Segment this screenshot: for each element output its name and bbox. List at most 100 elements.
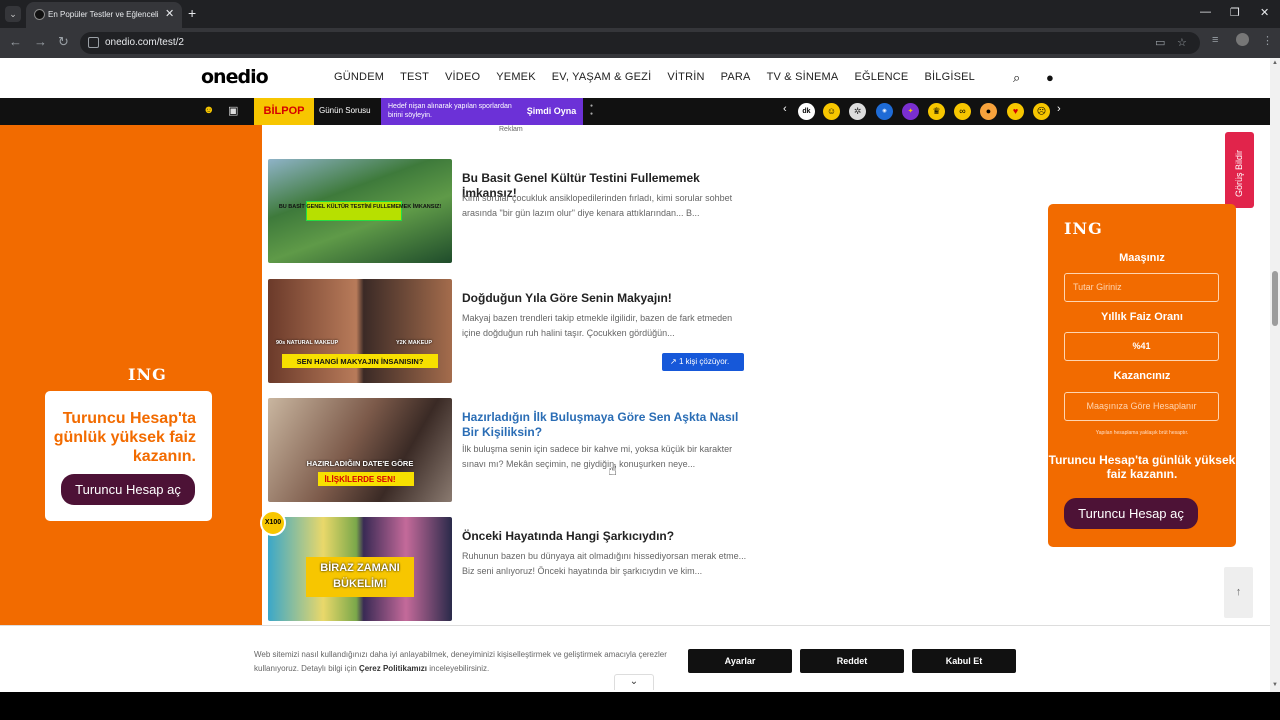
bilpop-logo[interactable]: BİLPOP (254, 98, 314, 125)
menu-item-ev-yasam-gezi[interactable]: EV, YAŞAM & GEZİ (552, 71, 652, 83)
test-thumbnail[interactable]: 90s NATURAL MAKEUP Y2K MAKEUP SEN HANGİ … (268, 279, 452, 383)
menu-item-gundem[interactable]: GÜNDEM (334, 71, 384, 83)
game-face-icon[interactable]: ☺ (823, 103, 840, 120)
daily-question-text[interactable]: Hedef nişan alınarak yapılan sporlardan … (381, 98, 520, 125)
menu-item-vitrin[interactable]: VİTRİN (667, 71, 704, 83)
menu-item-yemek[interactable]: YEMEK (496, 71, 536, 83)
site-logo[interactable]: onedio (201, 66, 269, 88)
omnibox[interactable]: onedio.com/test/2 ▭ ☆ (80, 32, 1200, 54)
site-info-icon[interactable] (88, 37, 99, 48)
test-title[interactable]: Doğduğun Yıla Göre Senin Makyajın! (462, 291, 752, 306)
left-ad-banner[interactable]: ING Turuncu Hesap'ta günlük yüksek faiz … (0, 125, 262, 692)
test-list-item[interactable]: HAZIRLADIĞIN DATE'E GÖRE İLİŞKİLERDE SEN… (268, 398, 748, 502)
left-ad-text: Turuncu Hesap'ta günlük yüksek faiz kaza… (53, 410, 196, 465)
main-menu: GÜNDEM TEST VİDEO YEMEK EV, YAŞAM & GEZİ… (334, 71, 991, 83)
new-tab-icon[interactable]: + (188, 5, 196, 21)
thumb-label: BİRAZ ZAMANI BÜKELİM! (320, 562, 400, 590)
page-viewport: onedio GÜNDEM TEST VİDEO YEMEK EV, YAŞAM… (0, 58, 1270, 692)
x100-badge: X100 (260, 510, 286, 536)
game-heart-eyes-icon[interactable]: ♥ (1007, 103, 1024, 120)
earnings-field: Maaşınıza Göre Hesaplanır (1064, 392, 1219, 421)
play-now-button[interactable]: Şimdi Oyna (520, 98, 583, 125)
search-icon[interactable]: ⌕ (1013, 70, 1020, 86)
user-icon[interactable]: ● (1046, 70, 1054, 85)
favicon-icon (34, 9, 45, 20)
browser-tab-strip: ⌄ En Popüler Testler ve Eğlenceli İ ✕ + … (0, 0, 1280, 28)
left-ad-card[interactable]: Turuncu Hesap'ta günlük yüksek faiz kaza… (45, 391, 212, 521)
install-icon[interactable]: ▭ (1155, 36, 1165, 49)
scroll-down-icon[interactable]: ▼ (1272, 682, 1278, 688)
test-thumbnail[interactable]: HAZIRLADIĞIN DATE'E GÖRE İLİŞKİLERDE SEN… (268, 398, 452, 502)
right-ad-calculator[interactable]: ING Maaşınız Tutar Giriniz Yıllık Faiz O… (1048, 204, 1236, 547)
test-list-item[interactable]: BU BASİT GENEL KÜLTÜR TESTİNİ FULLEMEMEK… (268, 159, 748, 263)
ad-label: Reklam (499, 126, 523, 133)
thumb-label: HAZIRLADIĞIN DATE'E GÖRE (306, 459, 414, 468)
scroll-thumb[interactable] (1272, 271, 1278, 326)
game-blue-icon[interactable]: ◉ (876, 103, 893, 120)
tab-search-icon[interactable]: ⌄ (5, 6, 21, 22)
salary-input[interactable]: Tutar Giriniz (1064, 273, 1219, 302)
test-title[interactable]: Önceki Hayatında Hangi Şarkıcıydın? (462, 529, 752, 544)
cookie-settings-button[interactable]: Ayarlar (688, 649, 792, 673)
hand-cursor-icon: ☝ (608, 462, 618, 479)
bookmark-star-icon[interactable]: ☆ (1177, 36, 1187, 49)
menu-item-test[interactable]: TEST (400, 71, 429, 83)
chevron-left-icon[interactable]: ‹ (783, 103, 787, 115)
calculation-note: Yapılan hesaplama yaklaşık brüt hesaptır… (1095, 430, 1189, 436)
game-pattern-icon[interactable]: ✲ (849, 103, 866, 120)
right-ad-button[interactable]: Turuncu Hesap aç (1064, 498, 1198, 529)
thumb-right-label: Y2K MAKEUP (395, 340, 432, 346)
game-purple-icon[interactable]: ✦ (902, 103, 919, 120)
close-window-icon[interactable]: ✕ (1260, 6, 1269, 19)
left-ad-button[interactable]: Turuncu Hesap aç (61, 474, 195, 505)
back-icon[interactable]: ← (9, 34, 22, 49)
menu-kebab-icon[interactable]: ⋮ (1262, 34, 1273, 47)
test-description: İlk buluşma senin için sadece bir kahve … (462, 444, 733, 469)
page-scrollbar[interactable]: ▲ ▼ (1270, 58, 1280, 692)
thumb-label-2: İLİŞKİLERDE SEN! (324, 475, 396, 484)
menu-item-para[interactable]: PARA (721, 71, 751, 83)
reload-icon[interactable]: ↻ (58, 34, 69, 50)
game-dk-icon[interactable]: dk (798, 103, 815, 120)
menu-item-bilgisel[interactable]: BİLGİSEL (924, 71, 975, 83)
game-glasses-icon[interactable]: ∞ (954, 103, 971, 120)
feedback-tab[interactable]: Görüş Bildir (1225, 132, 1254, 208)
url-text: onedio.com/test/2 (105, 37, 184, 48)
close-tab-icon[interactable]: ✕ (165, 7, 174, 20)
scroll-up-icon[interactable]: ▲ (1272, 60, 1278, 66)
test-list-item[interactable]: 90s NATURAL MAKEUP Y2K MAKEUP SEN HANGİ … (268, 279, 748, 383)
games-bar: ☻ ▣ BİLPOP Günün Sorusu Hedef nişan alın… (0, 98, 1270, 125)
game-box-icon[interactable]: ▣ (228, 104, 238, 117)
media-icon[interactable]: ≡ (1212, 34, 1218, 46)
test-list-item[interactable]: BİRAZ ZAMANI BÜKELİM! Önceki Hayatında H… (268, 517, 748, 621)
profile-avatar[interactable] (1236, 33, 1249, 46)
test-thumbnail[interactable]: BİRAZ ZAMANI BÜKELİM! (268, 517, 452, 621)
game-orange-icon[interactable]: ● (980, 103, 997, 120)
menu-item-video[interactable]: VİDEO (445, 71, 480, 83)
cookie-reject-button[interactable]: Reddet (800, 649, 904, 673)
browser-tab[interactable]: En Popüler Testler ve Eğlenceli İ ✕ (26, 2, 182, 28)
forward-icon[interactable]: → (34, 34, 47, 49)
test-thumbnail[interactable]: BU BASİT GENEL KÜLTÜR TESTİNİ FULLEMEMEK… (268, 159, 452, 263)
cookie-banner: Web sitemizi nasıl kullandığınızı daha i… (0, 625, 1270, 692)
feedback-label: Görüş Bildir (1234, 149, 1244, 197)
scroll-to-top-button[interactable]: ↑ (1224, 567, 1253, 618)
menu-item-tv-sinema[interactable]: TV & SİNEMA (767, 71, 839, 83)
game-smile-icon[interactable]: ☻ (203, 104, 215, 116)
earnings-label: Kazancınız (1113, 370, 1171, 382)
chevron-down-icon[interactable]: ⌄ (614, 674, 654, 690)
game-sad-icon[interactable]: ☹ (1033, 103, 1050, 120)
minimize-icon[interactable]: — (1200, 6, 1211, 18)
solving-count-badge: ↗ 1 kişi çözüyor. (662, 353, 744, 371)
rate-field: %41 (1064, 332, 1219, 361)
ing-logo: ING (1064, 219, 1103, 238)
cookie-policy-link[interactable]: Çerez Politikamızı (359, 664, 427, 673)
cookie-accept-button[interactable]: Kabul Et (912, 649, 1016, 673)
game-crown-icon[interactable]: ♛ (928, 103, 945, 120)
chevron-right-icon[interactable]: › (1057, 103, 1061, 115)
test-title[interactable]: Hazırladığın İlk Buluşmaya Göre Sen Aşkt… (462, 410, 752, 440)
restore-icon[interactable]: ❐ (1230, 6, 1240, 19)
menu-item-eglence[interactable]: EĞLENCE (854, 71, 908, 83)
carousel-dots-icon: ● ● (590, 103, 594, 117)
thumb-left-label: 90s NATURAL MAKEUP (276, 340, 339, 346)
